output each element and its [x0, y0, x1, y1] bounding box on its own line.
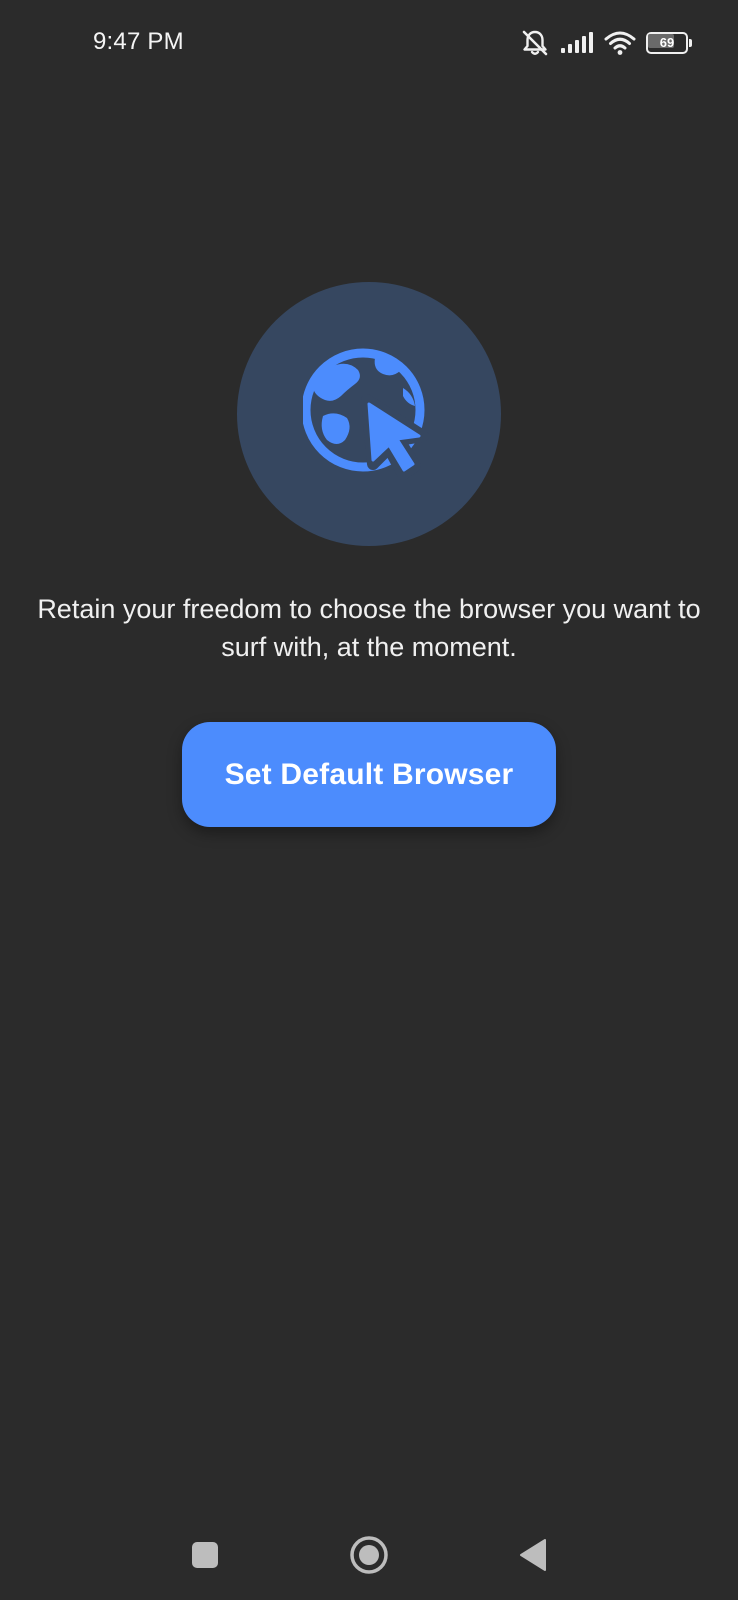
- battery-icon: 69: [646, 32, 692, 54]
- square-icon: [192, 1542, 218, 1568]
- battery-level-text: 69: [659, 35, 675, 50]
- navigation-bar: [0, 1520, 738, 1590]
- triangle-back-icon: [520, 1539, 546, 1571]
- notifications-off-icon: [520, 29, 550, 57]
- description-text: Retain your freedom to choose the browse…: [37, 594, 701, 662]
- wifi-icon: [604, 30, 636, 56]
- back-button[interactable]: [503, 1520, 563, 1590]
- battery-tip: [689, 39, 692, 47]
- globe-cursor-icon: [303, 348, 429, 480]
- signal-icon: [560, 31, 594, 55]
- screen: 9:47 PM 69 Retain your freedom to choose…: [0, 0, 738, 1600]
- recents-button[interactable]: [175, 1520, 235, 1590]
- hero-illustration: [237, 282, 501, 546]
- circle-icon: [350, 1536, 388, 1574]
- set-default-browser-button[interactable]: Set Default Browser: [182, 722, 556, 827]
- status-time: 9:47 PM: [93, 28, 184, 55]
- status-icons: 69: [520, 28, 692, 58]
- home-button[interactable]: [339, 1520, 399, 1590]
- status-bar: 9:47 PM 69: [0, 0, 738, 84]
